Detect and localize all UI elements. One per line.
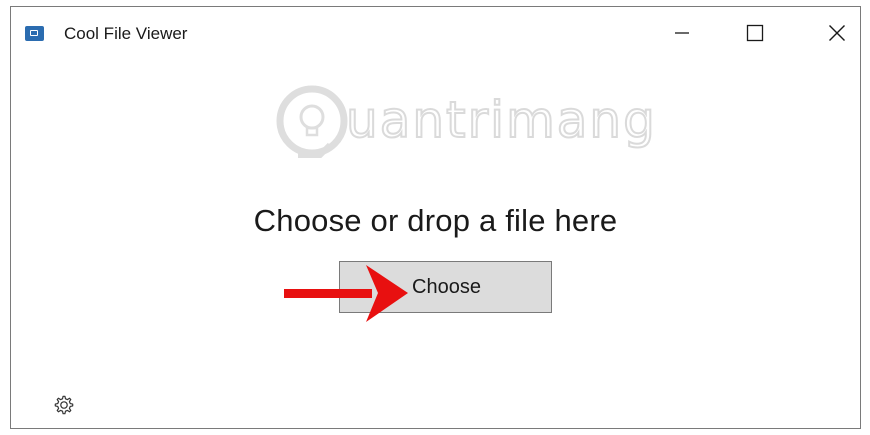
- window-title: Cool File Viewer: [64, 24, 188, 43]
- lightbulb-icon: [276, 85, 348, 158]
- maximize-icon: [746, 24, 764, 42]
- app-window: Cool File Viewer uantrimang Choose or dr…: [10, 6, 861, 429]
- minimize-button[interactable]: [659, 7, 705, 59]
- title-bar[interactable]: Cool File Viewer: [11, 7, 860, 59]
- app-icon: [25, 26, 44, 41]
- minimize-icon: [675, 32, 689, 34]
- drop-prompt: Choose or drop a file here: [253, 203, 618, 238]
- watermark-text: uantrimang: [346, 91, 657, 149]
- settings-button[interactable]: [51, 392, 77, 418]
- watermark-logo: uantrimang: [276, 85, 657, 158]
- close-icon: [829, 25, 845, 41]
- gear-icon: [54, 395, 74, 415]
- close-button[interactable]: [814, 7, 860, 59]
- choose-button[interactable]: Choose: [339, 261, 552, 313]
- choose-button-label: Choose: [412, 275, 481, 298]
- maximize-button[interactable]: [732, 7, 778, 59]
